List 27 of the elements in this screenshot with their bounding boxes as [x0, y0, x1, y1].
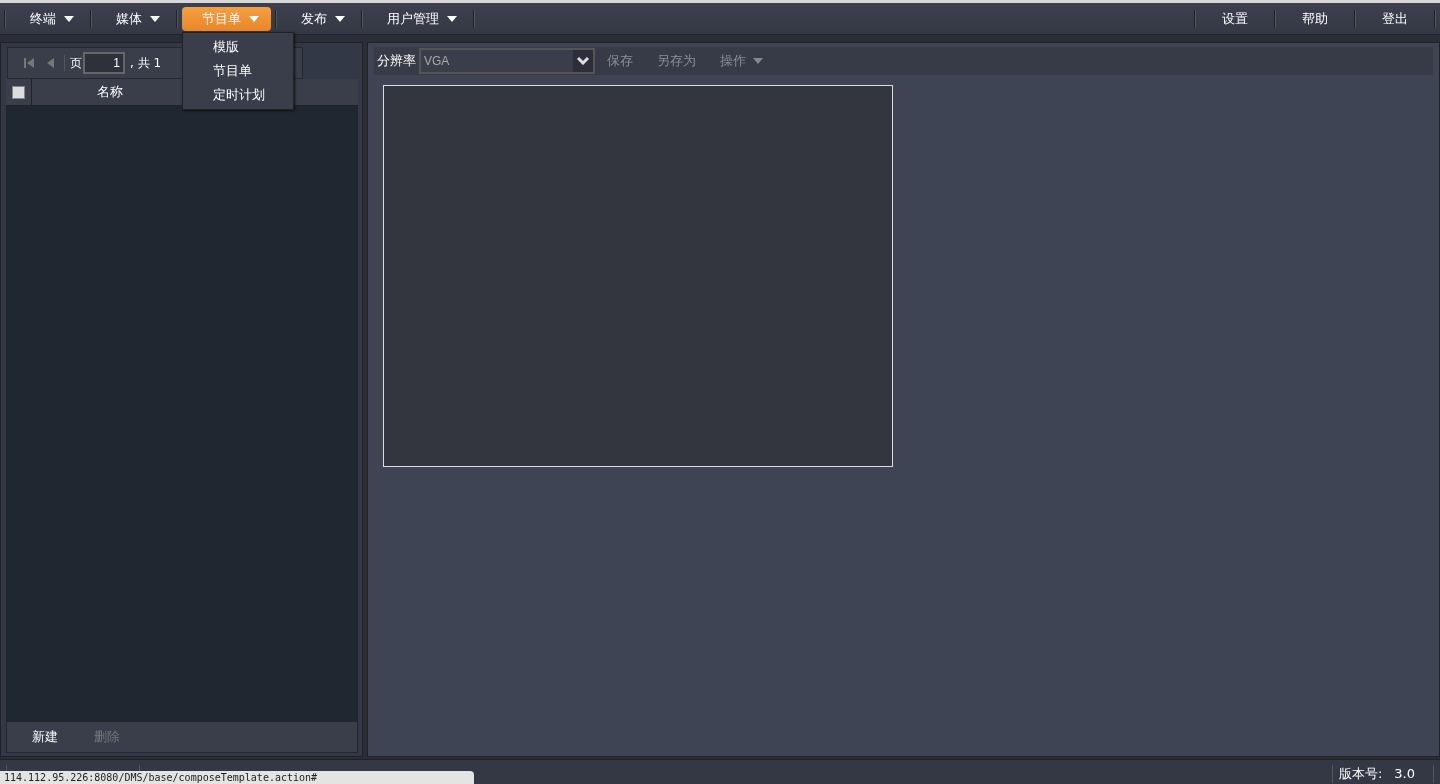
menu-item[interactable]: 终端: [10, 6, 86, 31]
caret-icon: [447, 15, 457, 22]
page-total: , 共 1: [130, 54, 162, 72]
page-label: 页: [70, 54, 82, 72]
column-header[interactable]: 名称: [31, 79, 187, 105]
browser-status-url: 114.112.95.226:8080/DMS/base/composeTemplate.action#: [0, 771, 474, 784]
dropdown-item[interactable]: 模版: [183, 35, 293, 59]
select-all-checkbox[interactable]: [12, 85, 25, 99]
caret-icon: [335, 15, 345, 22]
menu-item[interactable]: 帮助: [1280, 6, 1350, 31]
menu-item[interactable]: 设置: [1200, 6, 1270, 31]
menu-item[interactable]: 发布: [281, 6, 357, 31]
menu-item[interactable]: 媒体: [96, 6, 172, 31]
menu-item[interactable]: 用户管理: [367, 6, 469, 31]
caret-icon: [64, 15, 74, 22]
chevron-down-icon: [577, 57, 589, 65]
version-number: 3.0: [1394, 766, 1415, 781]
caret-icon: [249, 15, 259, 22]
first-page-icon[interactable]: [24, 58, 34, 68]
caret-icon: [150, 15, 160, 22]
menu-item[interactable]: 登出: [1360, 6, 1430, 31]
resolution-select[interactable]: VGA: [419, 48, 595, 74]
previous-page-icon[interactable]: [47, 58, 55, 68]
version-label: 版本号:: [1338, 764, 1383, 783]
action-button[interactable]: 新建: [14, 728, 76, 746]
resolution-label: 分辨率: [377, 52, 416, 70]
page-input[interactable]: 1: [83, 52, 125, 74]
